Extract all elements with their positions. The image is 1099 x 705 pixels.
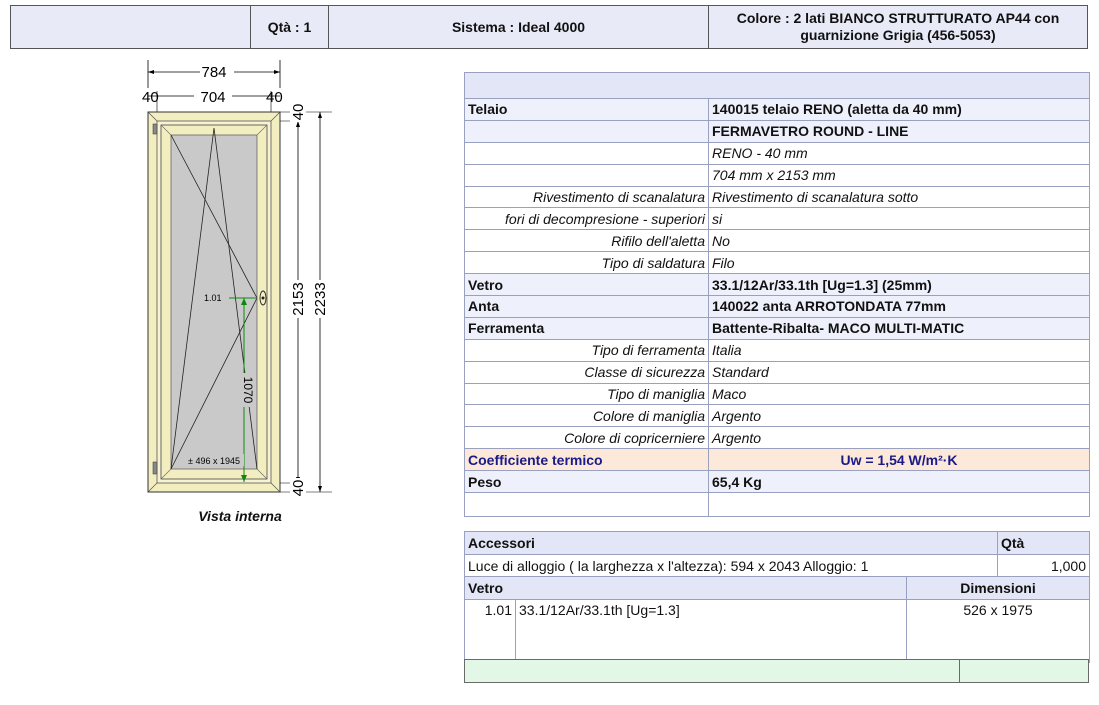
header-colore-line1: Colore : 2 lati BIANCO STRUTTURATO AP44 … [736, 10, 1060, 26]
spec-label: Rivestimento di scanalatura [464, 185, 709, 209]
spec-row: Colore di copricerniere Argento [464, 426, 1090, 450]
spec-label: Ferramenta [464, 316, 709, 340]
accessori-row-text: Luce di alloggio ( la larghezza x l'alte… [464, 554, 998, 578]
accessori-header-row: Accessori Qtà [464, 531, 1090, 555]
spec-value: 704 mm x 2153 mm [708, 163, 1090, 187]
spec-label [464, 141, 709, 165]
spec-row: Tipo di maniglia Maco [464, 382, 1090, 406]
spec-label [464, 119, 709, 143]
dim-total-width: 784 [201, 64, 226, 81]
accessori-qty-header: Qtà [997, 531, 1090, 555]
header-colore-line2: guarnizione Grigia (456-5053) [800, 27, 996, 43]
coef-row: Coefficiente termico Uw = 1,54 W/m²·K [464, 448, 1090, 472]
header-bar: Qtà : 1 Sistema : Ideal 4000 Colore : 2 … [10, 5, 1088, 49]
spec-table: Telaio 140015 telaio RENO (aletta da 40 m… [464, 72, 1090, 518]
header-colore: Colore : 2 lati BIANCO STRUTTURATO AP44 … [709, 6, 1087, 48]
spec-label: Vetro [464, 273, 709, 297]
header-empty-cell [11, 6, 251, 48]
spec-label: Classe di sicurezza [464, 360, 709, 384]
spec-row: fori di decompresione - superiori si [464, 207, 1090, 231]
spec-value: Argento [708, 404, 1090, 428]
spec-value: 33.1/12Ar/33.1th [Ug=1.3] (25mm) [708, 273, 1090, 297]
spec-row: Tipo di ferramenta Italia [464, 338, 1090, 362]
spec-row: Tipo di saldatura Filo [464, 251, 1090, 275]
spec-row: Classe di sicurezza Standard [464, 360, 1090, 384]
spec-value: Standard [708, 360, 1090, 384]
header-qty: Qtà : 1 [251, 6, 329, 48]
peso-row: Peso 65,4 Kg [464, 470, 1090, 494]
vetro-dim-header: Dimensioni [906, 576, 1091, 600]
handle-height: 1070 [241, 377, 255, 404]
spec-value: RENO - 40 mm [708, 141, 1090, 165]
window-drawing: 784 40 704 40 1.01 1070 ± 496 x 1945 40 [142, 60, 332, 498]
spec-value: Rivestimento di scanalatura sotto [708, 185, 1090, 209]
spec-row: Colore di maniglia Argento [464, 404, 1090, 428]
spec-row: Telaio 140015 telaio RENO (aletta da 40 m… [464, 98, 1090, 121]
spec-value: No [708, 229, 1090, 253]
header-sistema: Sistema : Ideal 4000 [329, 6, 709, 48]
dim-inner-width: 704 [200, 89, 225, 106]
spec-row: Ferramenta Battente-Ribalta- MACO MULTI-M… [464, 316, 1090, 340]
footer-bar [464, 659, 1089, 683]
dim-top: 40 [290, 104, 307, 121]
spec-value: FERMAVETRO ROUND - LINE [708, 119, 1090, 143]
peso-value: 65,4 Kg [708, 470, 1090, 494]
drawing-caption: Vista interna [198, 508, 282, 524]
vetro-row-dim: 526 x 1975 [906, 599, 1091, 663]
accessori-header: Accessori [464, 531, 998, 555]
peso-label: Peso [464, 470, 709, 494]
spec-value: Maco [708, 382, 1090, 406]
accessori-row-qty: 1,000 [997, 554, 1090, 578]
spec-value: 140022 anta ARROTONDATA 77mm [708, 295, 1090, 318]
spec-row: Vetro 33.1/12Ar/33.1th [Ug=1.3] (25mm) [464, 273, 1090, 297]
spec-label: Colore di maniglia [464, 404, 709, 428]
glass-label: 1.01 [204, 293, 222, 303]
dim-right: 40 [266, 89, 283, 106]
spec-label: Tipo di maniglia [464, 382, 709, 406]
spec-label: fori di decompresione - superiori [464, 207, 709, 231]
spec-value: Italia [708, 338, 1090, 362]
vetro-header-row: Vetro Dimensioni [463, 576, 1091, 600]
dim-total-height: 2233 [312, 282, 329, 315]
spec-row: FERMAVETRO ROUND - LINE [464, 119, 1090, 143]
spec-label: Telaio [464, 98, 709, 121]
spec-value: Filo [708, 251, 1090, 275]
coef-value: Uw = 1,54 W/m²·K [708, 448, 1090, 472]
spec-row: 704 mm x 2153 mm [464, 163, 1090, 187]
vetro-header: Vetro [463, 576, 908, 600]
spec-value: Battente-Ribalta- MACO MULTI-MATIC [708, 316, 1090, 340]
vetro-row-idx: 1.01 [464, 599, 516, 663]
spec-label: Rifilo dell'aletta [464, 229, 709, 253]
accessori-table: Accessori Qtà Luce di alloggio ( la larg… [464, 531, 1090, 578]
dim-inner-height: 2153 [290, 282, 307, 315]
accessori-row: Luce di alloggio ( la larghezza x l'alte… [464, 554, 1090, 578]
spec-row: Rifilo dell'aletta No [464, 229, 1090, 253]
spec-row: RENO - 40 mm [464, 141, 1090, 165]
spec-label: Anta [464, 295, 709, 318]
spec-row: Rivestimento di scanalatura Rivestimento … [464, 185, 1090, 209]
spec-value: 140015 telaio RENO (aletta da 40 mm) [708, 98, 1090, 121]
spec-blank-row [464, 492, 1090, 518]
spec-row: Anta 140022 anta ARROTONDATA 77mm [464, 295, 1090, 318]
vetro-row: 1.01 33.1/12Ar/33.1th [Ug=1.3] 526 x 197… [464, 599, 1091, 663]
vetro-table: Vetro Dimensioni 1.01 33.1/12Ar/33.1th [… [463, 576, 1091, 663]
coef-label: Coefficiente termico [464, 448, 709, 472]
spec-label: Colore di copricerniere [464, 426, 709, 450]
spec-value: Argento [708, 426, 1090, 450]
vetro-row-desc: 33.1/12Ar/33.1th [Ug=1.3] [514, 599, 908, 663]
dim-bottom: 40 [290, 480, 307, 497]
sash-size: ± 496 x 1945 [188, 456, 240, 466]
spec-label [464, 163, 709, 187]
spec-top-row [464, 72, 1090, 99]
spec-label: Tipo di saldatura [464, 251, 709, 275]
spec-value: si [708, 207, 1090, 231]
dim-left: 40 [142, 89, 159, 106]
spec-label: Tipo di ferramenta [464, 338, 709, 362]
